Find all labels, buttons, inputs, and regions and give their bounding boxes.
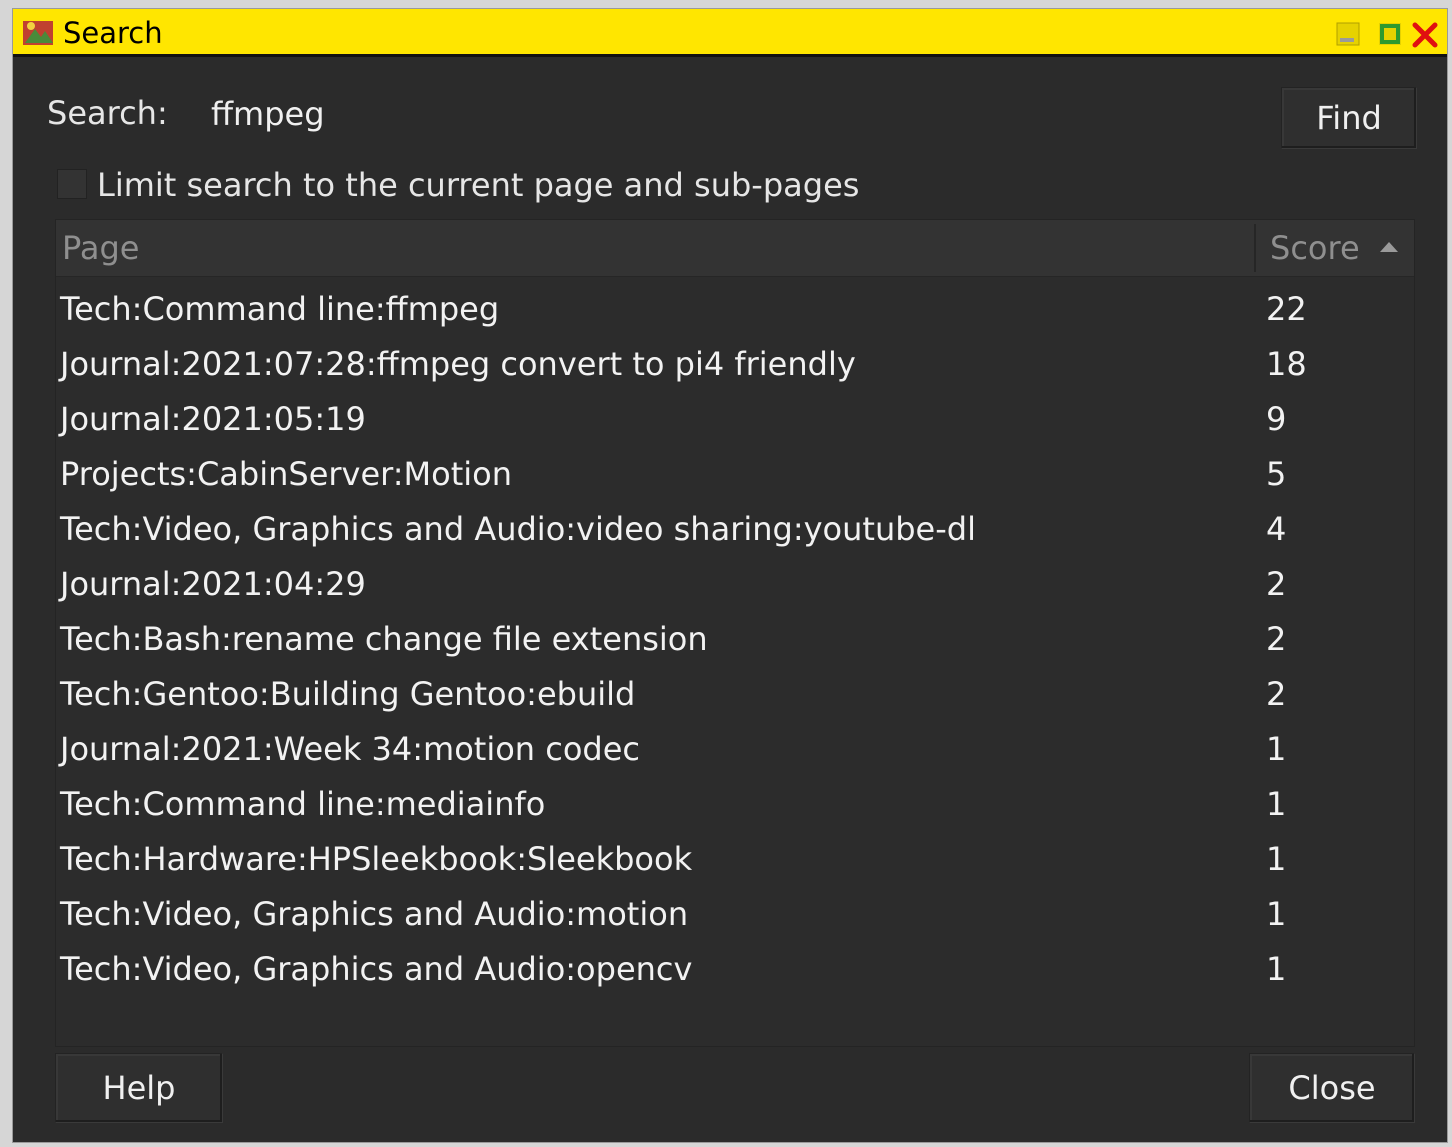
result-page: Journal:2021:Week 34:motion codec bbox=[60, 730, 640, 768]
results-table: Page Score Tech:Command line:ffmpeg 22 J… bbox=[55, 219, 1415, 1047]
result-page: Tech:Video, Graphics and Audio:video sha… bbox=[60, 510, 976, 548]
help-button[interactable]: Help bbox=[55, 1053, 223, 1123]
close-icon[interactable] bbox=[1411, 19, 1439, 49]
table-row[interactable]: Tech:Hardware:HPSleekbook:Sleekbook 1 bbox=[56, 832, 1414, 887]
result-score: 5 bbox=[1266, 455, 1287, 493]
app-icon bbox=[23, 21, 53, 45]
find-button[interactable]: Find bbox=[1281, 87, 1417, 149]
column-header-page[interactable]: Page bbox=[62, 224, 1252, 272]
table-row[interactable]: Tech:Video, Graphics and Audio:motion 1 bbox=[56, 887, 1414, 942]
result-score: 22 bbox=[1266, 290, 1307, 328]
result-score: 1 bbox=[1266, 840, 1287, 878]
result-page: Journal:2021:07:28:ffmpeg convert to pi4… bbox=[60, 345, 856, 383]
result-page: Tech:Command line:ffmpeg bbox=[60, 290, 500, 328]
result-score: 2 bbox=[1266, 675, 1287, 713]
table-body: Tech:Command line:ffmpeg 22 Journal:2021… bbox=[56, 282, 1414, 997]
result-score: 2 bbox=[1266, 620, 1287, 658]
result-score: 18 bbox=[1266, 345, 1307, 383]
table-row[interactable]: Tech:Video, Graphics and Audio:opencv 1 bbox=[56, 942, 1414, 997]
result-score: 4 bbox=[1266, 510, 1287, 548]
result-page: Projects:CabinServer:Motion bbox=[60, 455, 513, 493]
result-page: Tech:Gentoo:Building Gentoo:ebuild bbox=[60, 675, 636, 713]
result-page: Tech:Bash:rename change file extension bbox=[60, 620, 708, 658]
maximize-icon[interactable] bbox=[1377, 19, 1405, 49]
limit-search-checkbox[interactable] bbox=[57, 169, 87, 199]
close-button[interactable]: Close bbox=[1249, 1053, 1415, 1123]
result-score: 1 bbox=[1266, 785, 1287, 823]
column-header-label: Score bbox=[1270, 229, 1360, 267]
result-page: Tech:Command line:mediainfo bbox=[60, 785, 546, 823]
search-dialog: Search Search: Find Limit search to the … bbox=[12, 8, 1448, 1143]
result-page: Tech:Video, Graphics and Audio:opencv bbox=[60, 950, 693, 988]
result-score: 1 bbox=[1266, 950, 1287, 988]
search-label: Search: bbox=[47, 94, 168, 132]
table-row[interactable]: Tech:Command line:mediainfo 1 bbox=[56, 777, 1414, 832]
minimize-icon[interactable] bbox=[1335, 19, 1363, 49]
table-row[interactable]: Tech:Gentoo:Building Gentoo:ebuild 2 bbox=[56, 667, 1414, 722]
result-page: Tech:Hardware:HPSleekbook:Sleekbook bbox=[60, 840, 693, 878]
search-input[interactable] bbox=[201, 87, 1261, 141]
table-row[interactable]: Journal:2021:05:19 9 bbox=[56, 392, 1414, 447]
result-page: Tech:Video, Graphics and Audio:motion bbox=[60, 895, 689, 933]
table-header: Page Score bbox=[56, 220, 1414, 277]
result-page: Journal:2021:04:29 bbox=[60, 565, 366, 603]
table-row[interactable]: Tech:Bash:rename change file extension 2 bbox=[56, 612, 1414, 667]
table-row[interactable]: Projects:CabinServer:Motion 5 bbox=[56, 447, 1414, 502]
sort-arrow-icon bbox=[1379, 242, 1398, 252]
title-bar[interactable]: Search bbox=[13, 9, 1447, 57]
limit-search-label[interactable]: Limit search to the current page and sub… bbox=[97, 165, 859, 205]
result-page: Journal:2021:05:19 bbox=[60, 400, 366, 438]
table-row[interactable]: Journal:2021:04:29 2 bbox=[56, 557, 1414, 612]
table-row[interactable]: Journal:2021:Week 34:motion codec 1 bbox=[56, 722, 1414, 777]
result-score: 9 bbox=[1266, 400, 1287, 438]
window-title: Search bbox=[63, 16, 163, 50]
table-row[interactable]: Tech:Video, Graphics and Audio:video sha… bbox=[56, 502, 1414, 557]
column-header-score[interactable]: Score bbox=[1254, 224, 1414, 272]
column-header-label: Page bbox=[62, 229, 140, 267]
table-row[interactable]: Journal:2021:07:28:ffmpeg convert to pi4… bbox=[56, 337, 1414, 392]
result-score: 1 bbox=[1266, 895, 1287, 933]
result-score: 2 bbox=[1266, 565, 1287, 603]
table-row[interactable]: Tech:Command line:ffmpeg 22 bbox=[56, 282, 1414, 337]
result-score: 1 bbox=[1266, 730, 1287, 768]
